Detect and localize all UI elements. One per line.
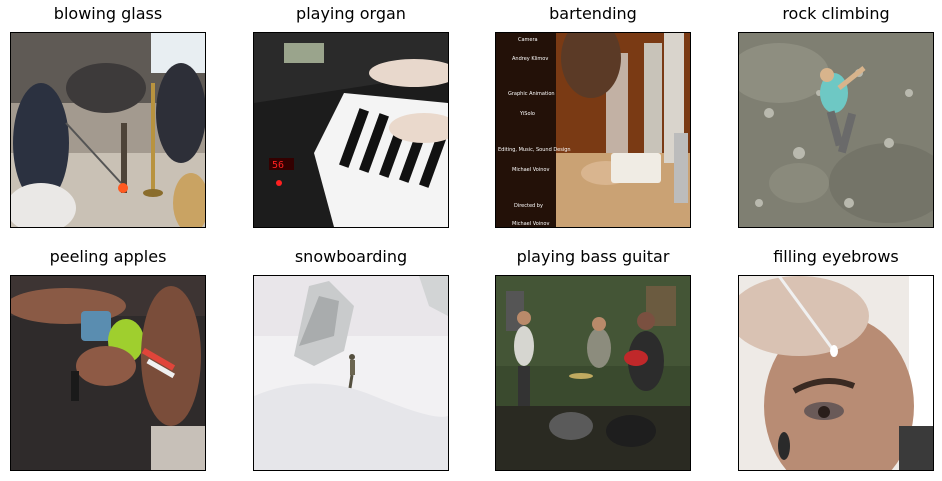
panel-title: filling eyebrows [773,247,899,266]
snowboarding-image [254,276,448,470]
video-frame-snowboarding [253,275,449,471]
panel-title: playing bass guitar [516,247,670,266]
bartending-image: Camera Andrey Klimov Graphic Animation Y… [496,33,690,227]
blowing-glass-image [11,33,205,227]
video-frame-playing-bass-guitar [495,275,691,471]
credit-line: YiSolo [519,111,535,117]
credit-line: Camera [518,37,538,43]
playing-bass-guitar-image [496,276,690,470]
panel-title: bartending [549,4,637,23]
peeling-apples-image [11,276,205,470]
filling-eyebrows-image [739,276,933,470]
video-frame-blowing-glass [10,32,206,228]
video-frame-peeling-apples [10,275,206,471]
credit-line: Directed by [514,203,543,209]
video-frame-bartending: Camera Andrey Klimov Graphic Animation Y… [495,32,691,228]
panel-title: playing organ [296,4,406,23]
credit-line: Graphic Animation [508,91,555,97]
credit-line: Michael Voinov [512,221,549,227]
svg-text:56: 56 [272,160,284,171]
panel-title: peeling apples [49,247,167,266]
panel-title: blowing glass [53,4,163,23]
video-frame-playing-organ: 56 [253,32,449,228]
credit-line: Michael Voinov [512,167,549,173]
credit-line: Andrey Klimov [512,56,548,62]
playing-organ-image: 56 [254,33,448,227]
video-frame-rock-climbing [738,32,934,228]
panel-title: snowboarding [294,247,408,266]
video-frame-filling-eyebrows [738,275,934,471]
panel-title: rock climbing [782,4,890,23]
rock-climbing-image [739,33,933,227]
credit-line: Editing, Music, Sound Design [498,147,571,153]
